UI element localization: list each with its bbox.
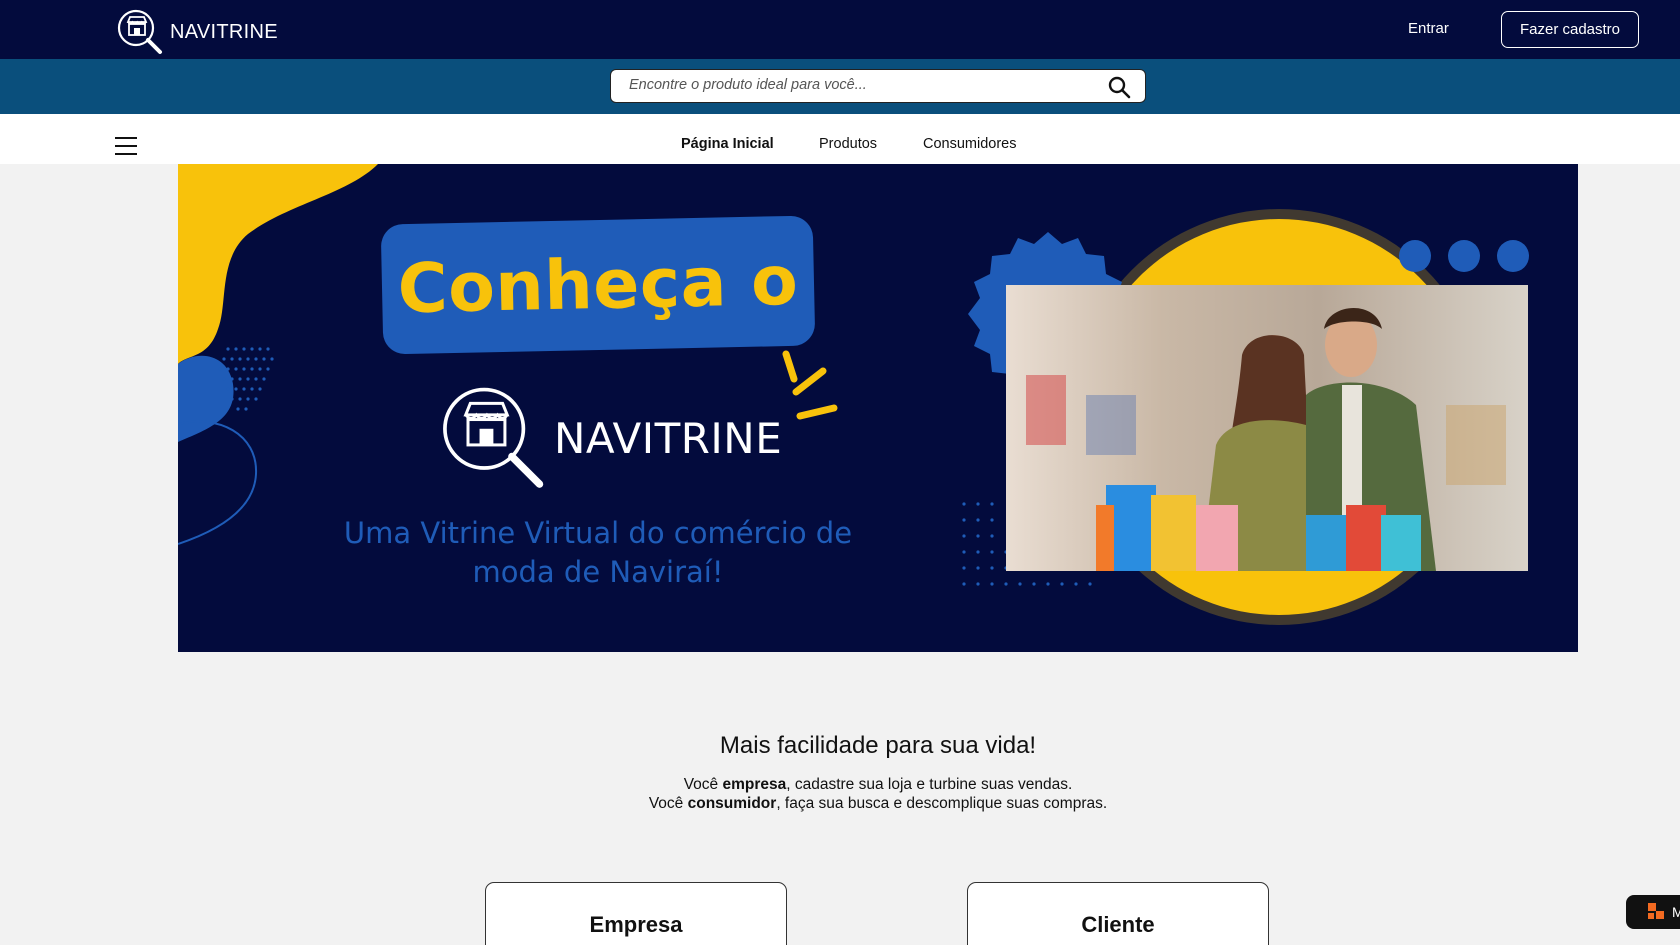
search-section: [0, 59, 1680, 114]
hero-banner[interactable]: Conheça o NAVITRINE Uma Vitrine Virtual …: [178, 164, 1578, 652]
hero-logo: NAVITRINE: [438, 382, 782, 494]
hero-subtitle-line-1: Uma Vitrine Virtual do comércio de: [343, 516, 853, 550]
widget-label: M: [1672, 904, 1680, 920]
site-logo[interactable]: NAVITRINE: [116, 8, 278, 56]
main-nav: Página Inicial Produtos Consumidores: [0, 114, 1680, 164]
store-search-icon: [117, 9, 162, 54]
intro-line-2-suffix: , faça sua busca e descomplique suas com…: [776, 795, 1108, 812]
intro-text: Você empresa, cadastre sua loja e turbin…: [0, 775, 1680, 813]
signup-button[interactable]: Fazer cadastro: [1501, 11, 1639, 48]
hero-title: Conheça o: [396, 241, 800, 329]
search-icon[interactable]: [1107, 75, 1131, 99]
widget-logo-icon: [1648, 903, 1664, 919]
intro-line-2-bold: consumidor: [687, 795, 777, 812]
intro-line-1: Você empresa, cadastre sua loja e turbin…: [0, 775, 1680, 794]
hamburger-icon[interactable]: [115, 137, 137, 155]
intro-line-1-prefix: Você: [683, 776, 723, 793]
hero-photo: [1006, 285, 1528, 571]
intro-line-1-suffix: , cadastre sua loja e turbine suas venda…: [786, 776, 1073, 793]
card-cliente-label: Cliente: [1081, 912, 1155, 937]
intro-line-2: Você consumidor, faça sua busca e descom…: [0, 794, 1680, 813]
logo-text: NAVITRINE: [170, 20, 278, 43]
nav-item-products[interactable]: Produtos: [819, 136, 877, 152]
card-empresa[interactable]: Empresa: [485, 882, 787, 945]
search-input[interactable]: [629, 77, 1089, 93]
intro-line-1-bold: empresa: [722, 776, 787, 793]
store-search-icon: [443, 387, 544, 488]
search-box: [610, 69, 1146, 103]
floating-chat-widget[interactable]: M: [1626, 895, 1680, 929]
hero-title-box: Conheça o: [380, 215, 816, 355]
intro-line-2-prefix: Você: [648, 795, 688, 812]
hero-logo-text: NAVITRINE: [554, 413, 783, 463]
login-link[interactable]: Entrar: [1408, 20, 1449, 37]
nav-item-home[interactable]: Página Inicial: [681, 136, 774, 152]
top-header: NAVITRINE Entrar Fazer cadastro: [0, 0, 1680, 59]
intro-title: Mais facilidade para sua vida!: [719, 732, 1037, 759]
hero-subtitle: Uma Vitrine Virtual do comércio de moda …: [328, 514, 868, 592]
card-cliente[interactable]: Cliente: [967, 882, 1269, 945]
hero-subtitle-line-2: moda de Naviraí!: [472, 555, 724, 589]
nav-item-consumers[interactable]: Consumidores: [923, 136, 1017, 152]
card-empresa-label: Empresa: [589, 912, 683, 937]
